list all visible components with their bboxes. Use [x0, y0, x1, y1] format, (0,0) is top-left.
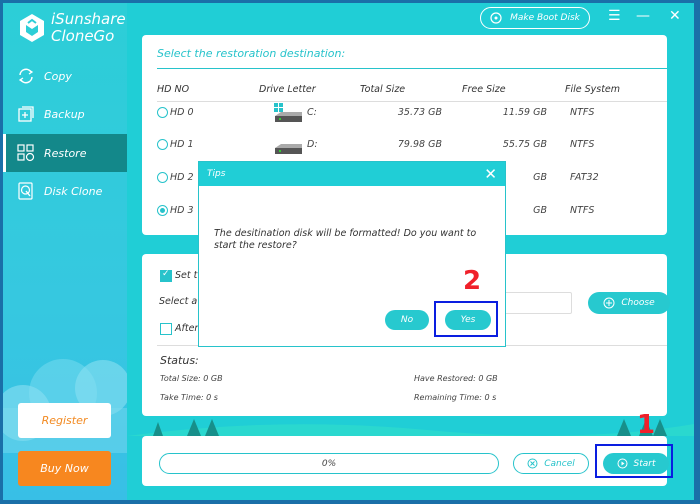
have-restored-status: Have Restored: 0 GB — [414, 374, 498, 383]
trees-decoration — [127, 419, 694, 436]
free-size: 11.59 GB — [502, 107, 547, 118]
cancel-label: Cancel — [544, 458, 575, 469]
remaining-time-status: Remaining Time: 0 s — [414, 393, 497, 402]
minimize-icon[interactable]: — — [636, 8, 650, 24]
buy-now-button[interactable]: Buy Now — [18, 451, 111, 486]
make-boot-disk-button[interactable]: Make Boot Disk — [480, 7, 590, 29]
path-input[interactable] — [502, 292, 572, 314]
progress-text: 0% — [321, 458, 337, 469]
hd-number: HD 2 — [170, 172, 194, 183]
cancel-button[interactable]: Cancel — [513, 453, 589, 474]
app-window: iSunshare CloneGo Copy Backup Restore Di… — [3, 3, 694, 500]
header-drive-letter: Drive Letter — [259, 84, 316, 95]
header-hd-no: HD NO — [157, 84, 190, 95]
sidebar-item-backup[interactable]: Backup — [3, 95, 127, 133]
refresh-icon — [18, 68, 34, 84]
sidebar: iSunshare CloneGo Copy Backup Restore Di… — [3, 3, 127, 500]
sidebar-item-label: Restore — [44, 146, 87, 160]
close-icon[interactable]: ✕ — [669, 8, 681, 24]
app-name-line2: CloneGo — [51, 27, 115, 45]
total-size: 79.98 GB — [397, 139, 442, 150]
dialog-message: The desitination disk will be formatted!… — [214, 228, 477, 251]
header-free-size: Free Size — [462, 84, 506, 95]
step1-number: 1 — [637, 410, 656, 440]
radio-button[interactable] — [157, 107, 168, 118]
step2-highlight-box — [434, 301, 498, 337]
cancel-icon — [527, 458, 538, 469]
sidebar-item-label: Disk Clone — [44, 184, 103, 198]
status-title: Status: — [160, 354, 199, 367]
choose-button[interactable]: Choose — [588, 292, 670, 314]
set-checkbox[interactable] — [160, 269, 172, 282]
dialog-title: Tips — [207, 169, 226, 179]
free-size: 55.75 GB — [502, 139, 547, 150]
total-size-status: Total Size: 0 GB — [160, 374, 223, 383]
radio-button[interactable] — [157, 172, 168, 183]
backup-icon — [18, 106, 34, 122]
hd-radio[interactable]: HD 1 — [157, 139, 194, 150]
disk-clone-icon — [18, 182, 33, 200]
dialog-close-icon[interactable]: ✕ — [484, 165, 497, 183]
sidebar-item-label: Copy — [44, 69, 72, 83]
title-divider — [157, 68, 667, 69]
step2-number: 2 — [463, 266, 482, 296]
step1-highlight-box — [595, 444, 673, 478]
hd-number: HD 1 — [170, 139, 194, 150]
hd-radio[interactable]: HD 3 — [157, 205, 194, 216]
take-time-status: Take Time: 0 s — [160, 393, 218, 402]
file-system: NTFS — [570, 107, 595, 118]
header-divider — [157, 101, 667, 102]
register-button[interactable]: Register — [18, 403, 111, 438]
footer-panel: 0% Cancel Start — [142, 436, 669, 486]
dialog-header: Tips ✕ — [199, 162, 505, 186]
progress-bar: 0% — [159, 453, 499, 474]
file-system: NTFS — [570, 205, 595, 216]
drive-letter: D: — [307, 139, 318, 150]
drive-letter: C: — [307, 107, 317, 118]
sidebar-item-disk-clone[interactable]: Disk Clone — [3, 172, 127, 210]
restore-icon — [17, 144, 35, 162]
table-row[interactable]: HD 0 C: 35.73 GB 11.59 GB NTFS — [142, 103, 667, 135]
app-name-line1: iSunshare — [51, 10, 126, 28]
sidebar-item-restore[interactable]: Restore — [3, 134, 127, 172]
drive-icon — [275, 144, 302, 154]
logo-icon — [20, 14, 44, 42]
app-logo: iSunshare CloneGo — [19, 11, 126, 45]
destination-title: Select the restoration destination: — [157, 47, 346, 60]
after-checkbox[interactable] — [160, 323, 172, 335]
header-file-system: File System — [565, 84, 621, 95]
plus-circle-icon — [603, 297, 615, 309]
hd-number: HD 3 — [170, 205, 194, 216]
file-system: FAT32 — [570, 172, 599, 183]
set-label: Set t — [175, 270, 198, 281]
choose-label: Choose — [621, 298, 655, 308]
hd-radio[interactable]: HD 2 — [157, 172, 194, 183]
select-label: Select a — [159, 296, 198, 307]
hd-radio[interactable]: HD 0 — [157, 107, 194, 118]
hd-number: HD 0 — [170, 107, 194, 118]
no-button[interactable]: No — [385, 310, 429, 330]
make-boot-disk-label: Make Boot Disk — [510, 13, 580, 23]
disc-icon — [490, 12, 502, 24]
after-label: After — [175, 323, 199, 334]
sidebar-item-copy[interactable]: Copy — [3, 57, 127, 95]
radio-button[interactable] — [157, 139, 168, 150]
system-drive-icon — [274, 103, 302, 122]
menu-icon[interactable]: ☰ — [608, 8, 621, 24]
file-system: NTFS — [570, 139, 595, 150]
sidebar-item-label: Backup — [44, 107, 85, 121]
header-total-size: Total Size — [360, 84, 406, 95]
total-size: 35.73 GB — [397, 107, 442, 118]
radio-button-checked[interactable] — [157, 205, 168, 216]
